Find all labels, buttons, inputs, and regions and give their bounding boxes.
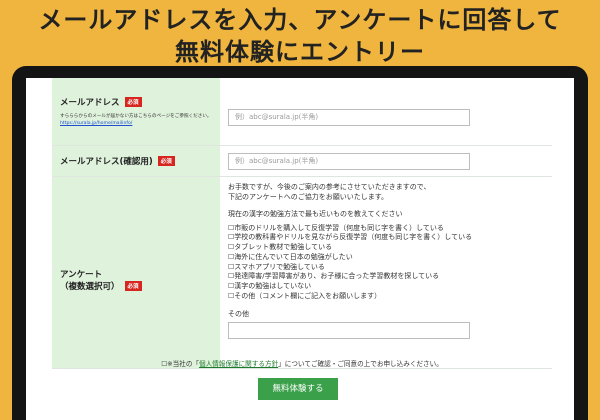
email-label-cell: メールアドレス 必須 すらららからのメールが届かない方はこちらのページをご参照く… [52,78,220,145]
email-row: メールアドレス 必須 すらららからのメールが届かない方はこちらのページをご参照く… [52,78,552,146]
email-label: メールアドレス [60,98,120,108]
survey-option[interactable]: ☐その他（コメント欄にご記入をお願いします） [228,292,544,302]
email-confirm-label: メールアドレス(確認用) [60,157,153,167]
survey-value-cell: お手数ですが、今後のご案内の参考にさせていただきますので、 下記のアンケートへの… [220,177,552,368]
email-confirm-value-cell: 例）abc@surala.jp(半角) [220,146,552,176]
headline-line-1: メールアドレスを入力、アンケートに回答して [38,6,562,34]
email-input[interactable]: 例）abc@surala.jp(半角) [228,109,470,126]
survey-row: アンケート （複数選択可） 必須 お手数ですが、今後のご案内の参考にさせていただ… [52,177,552,369]
required-badge: 必須 [124,97,142,107]
survey-option[interactable]: ☐学校の教科書やドリルを見ながら反復学習（何度も同じ字を書く）している [228,233,544,243]
headline: メールアドレスを入力、アンケートに回答して 無料体験にエントリー [0,4,600,68]
submit-button[interactable]: 無料体験する [258,378,338,400]
survey-option[interactable]: ☐海外に住んでいて日本の勉強がしたい [228,253,544,263]
survey-option[interactable]: ☐市販のドリルを購入して反復学習（何度も同じ字を書く）している [228,224,544,234]
email-confirm-input[interactable]: 例）abc@surala.jp(半角) [228,152,470,170]
laptop-screen: メールアドレス 必須 すらららからのメールが届かない方はこちらのページをご参照く… [26,78,574,420]
consent-line[interactable]: ☐※当社の「個人情報保護に関する方針」についてご確認・ご同意の上でお申し込みくだ… [52,358,552,368]
required-badge: 必須 [124,280,142,291]
email-note-text: すらららからのメールが届かない方はこちらのページをご参照ください。 [60,114,212,119]
consent-suffix: 」についてご確認・ご同意の上でお申し込みください。 [278,360,443,368]
survey-label: アンケート [60,269,103,280]
survey-label-cell: アンケート （複数選択可） 必須 [52,177,220,368]
survey-intro-1: お手数ですが、今後のご案内の参考にさせていただきますので、 [228,183,431,191]
email-confirm-row: メールアドレス(確認用) 必須 例）abc@surala.jp(半角) [52,146,552,177]
other-label: その他 [228,309,249,318]
email-note: すらららからのメールが届かない方はこちらのページをご参照ください。 https:… [60,113,212,127]
survey-question: 現在の漢字の勉強方法で最も近いものを教えてください [228,210,403,218]
survey-option[interactable]: ☐スマホアプリで勉強している [228,263,544,273]
mailinfo-link[interactable]: https://surala.jp/home/mailinfo/ [60,120,212,127]
headline-line-2: 無料体験にエントリー [175,38,425,66]
survey-option[interactable]: ☐発達障害/学習障害があり、お子様に合った学習教材を探している [228,272,544,282]
survey-option[interactable]: ☐タブレット教材で勉強している [228,243,544,253]
entry-form: メールアドレス 必須 すらららからのメールが届かない方はこちらのページをご参照く… [52,78,552,369]
privacy-policy-link[interactable]: 個人情報保護に関する方針 [199,360,278,368]
other-input[interactable] [228,322,470,340]
survey-label-sub: （複数選択可） [60,281,120,292]
required-badge: 必須 [157,156,175,166]
survey-option[interactable]: ☐漢字の勉強はしていない [228,282,544,292]
survey-intro-2: 下記のアンケートへのご協力をお願いいたします。 [228,192,389,201]
email-value-cell: 例）abc@surala.jp(半角) [220,78,552,145]
survey-options: ☐市販のドリルを購入して反復学習（何度も同じ字を書く）している ☐学校の教科書やド… [228,224,544,302]
consent-prefix: ☐※当社の「 [161,360,200,368]
email-confirm-label-cell: メールアドレス(確認用) 必須 [52,146,220,176]
